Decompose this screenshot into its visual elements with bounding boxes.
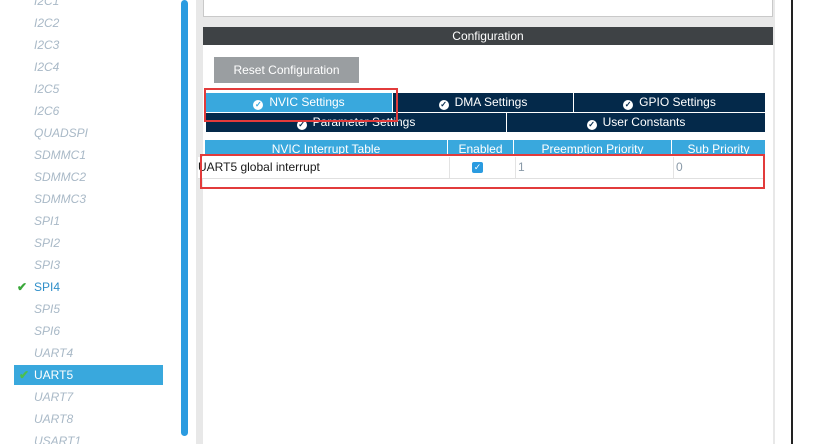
- check-circle-icon: ✓: [253, 100, 264, 110]
- check-circle-icon: ✓: [586, 120, 597, 130]
- sidebar-item-uart8[interactable]: UART8: [34, 409, 164, 429]
- sidebar-item-label: I2C6: [34, 104, 60, 118]
- right-margin: [775, 0, 825, 444]
- sidebar-item-uart5[interactable]: ✔ UART5: [14, 365, 163, 385]
- column-header-sub-priority[interactable]: Sub Priority: [672, 140, 765, 156]
- tab-nvic-settings[interactable]: ✓ NVIC Settings: [206, 93, 392, 112]
- sidebar-item-label: SPI3: [34, 258, 61, 272]
- sidebar-item-label: SPI6: [34, 324, 61, 338]
- sidebar-item-label: I2C2: [34, 16, 60, 30]
- sidebar-item-label: SPI4: [34, 280, 61, 294]
- sidebar-item-label: I2C4: [34, 60, 60, 74]
- sidebar-item-label: SDMMC3: [34, 192, 87, 206]
- configuration-panel: Configuration Reset Configuration ✓ NVIC …: [196, 0, 775, 444]
- tab-label: DMA Settings: [454, 95, 528, 109]
- sidebar-item-spi3[interactable]: SPI3: [34, 255, 164, 275]
- tab-parameter-settings[interactable]: ✓ Parameter Settings: [206, 113, 506, 132]
- sidebar-item-label: SDMMC2: [34, 170, 87, 184]
- reset-configuration-button[interactable]: Reset Configuration: [214, 57, 359, 83]
- nvic-table-header: NVIC Interrupt Table Enabled Preemption …: [205, 140, 765, 156]
- tab-gpio-settings[interactable]: ✓ GPIO Settings: [574, 93, 765, 112]
- sidebar-item-uart7[interactable]: UART7: [34, 387, 164, 407]
- preemption-priority-field[interactable]: 1: [516, 157, 674, 178]
- tab-label: User Constants: [602, 115, 686, 129]
- sidebar-item-sdmmc1[interactable]: SDMMC1: [34, 145, 164, 165]
- tab-label: NVIC Settings: [269, 95, 345, 109]
- window-border: [791, 0, 793, 444]
- sidebar-item-label: UART8: [34, 412, 74, 426]
- sidebar-item-i2c1[interactable]: I2C1: [34, 0, 164, 11]
- sidebar-item-label: UART4: [34, 346, 74, 360]
- tab-label: Parameter Settings: [312, 115, 416, 129]
- column-header-preemption[interactable]: Preemption Priority: [514, 140, 672, 156]
- sidebar-item-sdmmc2[interactable]: SDMMC2: [34, 167, 164, 187]
- sidebar-item-uart4[interactable]: UART4: [34, 343, 164, 363]
- sidebar-item-label: SPI1: [34, 214, 61, 228]
- enabled-cell: [450, 157, 516, 178]
- enabled-checkbox[interactable]: ✓: [472, 162, 483, 173]
- sidebar-item-spi6[interactable]: SPI6: [34, 321, 164, 341]
- column-header-enabled[interactable]: Enabled: [448, 140, 514, 156]
- sidebar-item-label: I2C1: [34, 0, 60, 8]
- sidebar-item-label: I2C3: [34, 38, 60, 52]
- sidebar-item-i2c6[interactable]: I2C6: [34, 101, 164, 121]
- sidebar-item-quadspi[interactable]: QUADSPI: [34, 123, 164, 143]
- check-circle-icon: ✓: [438, 100, 449, 110]
- tab-dma-settings[interactable]: ✓ DMA Settings: [393, 93, 573, 112]
- sidebar-item-spi5[interactable]: SPI5: [34, 299, 164, 319]
- sidebar-item-label: I2C5: [34, 82, 60, 96]
- peripheral-list: I2C1 I2C2 I2C3 I2C4 I2C5 I2C6 QUADSPI SDMMC1 SDM…: [0, 0, 172, 444]
- sub-priority-field[interactable]: 0: [674, 157, 763, 178]
- configuration-header: Configuration: [203, 27, 773, 45]
- mode-panel-bottom: [203, 0, 773, 17]
- sidebar-item-usart1[interactable]: USART1: [34, 431, 164, 444]
- sidebar-item-label: USART1: [34, 434, 82, 444]
- table-row[interactable]: UART5 global interrupt ✓ 1 0: [198, 157, 763, 179]
- sidebar-scrollbar[interactable]: [181, 0, 188, 436]
- interrupt-name: UART5 global interrupt: [198, 157, 450, 178]
- sidebar-item-i2c2[interactable]: I2C2: [34, 13, 164, 33]
- check-circle-icon: ✓: [623, 100, 634, 110]
- tab-user-constants[interactable]: ✓ User Constants: [507, 113, 765, 132]
- sidebar-item-label: SPI5: [34, 302, 61, 316]
- sidebar-item-sdmmc3[interactable]: SDMMC3: [34, 189, 164, 209]
- checkmark-icon: ✔: [16, 280, 28, 294]
- column-header-interrupt[interactable]: NVIC Interrupt Table: [205, 140, 448, 156]
- sidebar-item-i2c4[interactable]: I2C4: [34, 57, 164, 77]
- sidebar-item-i2c5[interactable]: I2C5: [34, 79, 164, 99]
- sidebar-item-label: UART7: [34, 390, 74, 404]
- sidebar-item-spi2[interactable]: SPI2: [34, 233, 164, 253]
- tab-label: GPIO Settings: [639, 95, 716, 109]
- sidebar-item-label: UART5: [34, 368, 74, 382]
- check-circle-icon: ✓: [296, 120, 307, 130]
- sidebar-item-spi4[interactable]: ✔ SPI4: [17, 277, 164, 297]
- sidebar-item-i2c3[interactable]: I2C3: [34, 35, 164, 55]
- checkmark-icon: ✔: [18, 368, 30, 382]
- sidebar-item-spi1[interactable]: SPI1: [34, 211, 164, 231]
- sidebar-item-label: SPI2: [34, 236, 61, 250]
- sidebar-item-label: SDMMC1: [34, 148, 87, 162]
- sidebar-item-label: QUADSPI: [34, 126, 89, 140]
